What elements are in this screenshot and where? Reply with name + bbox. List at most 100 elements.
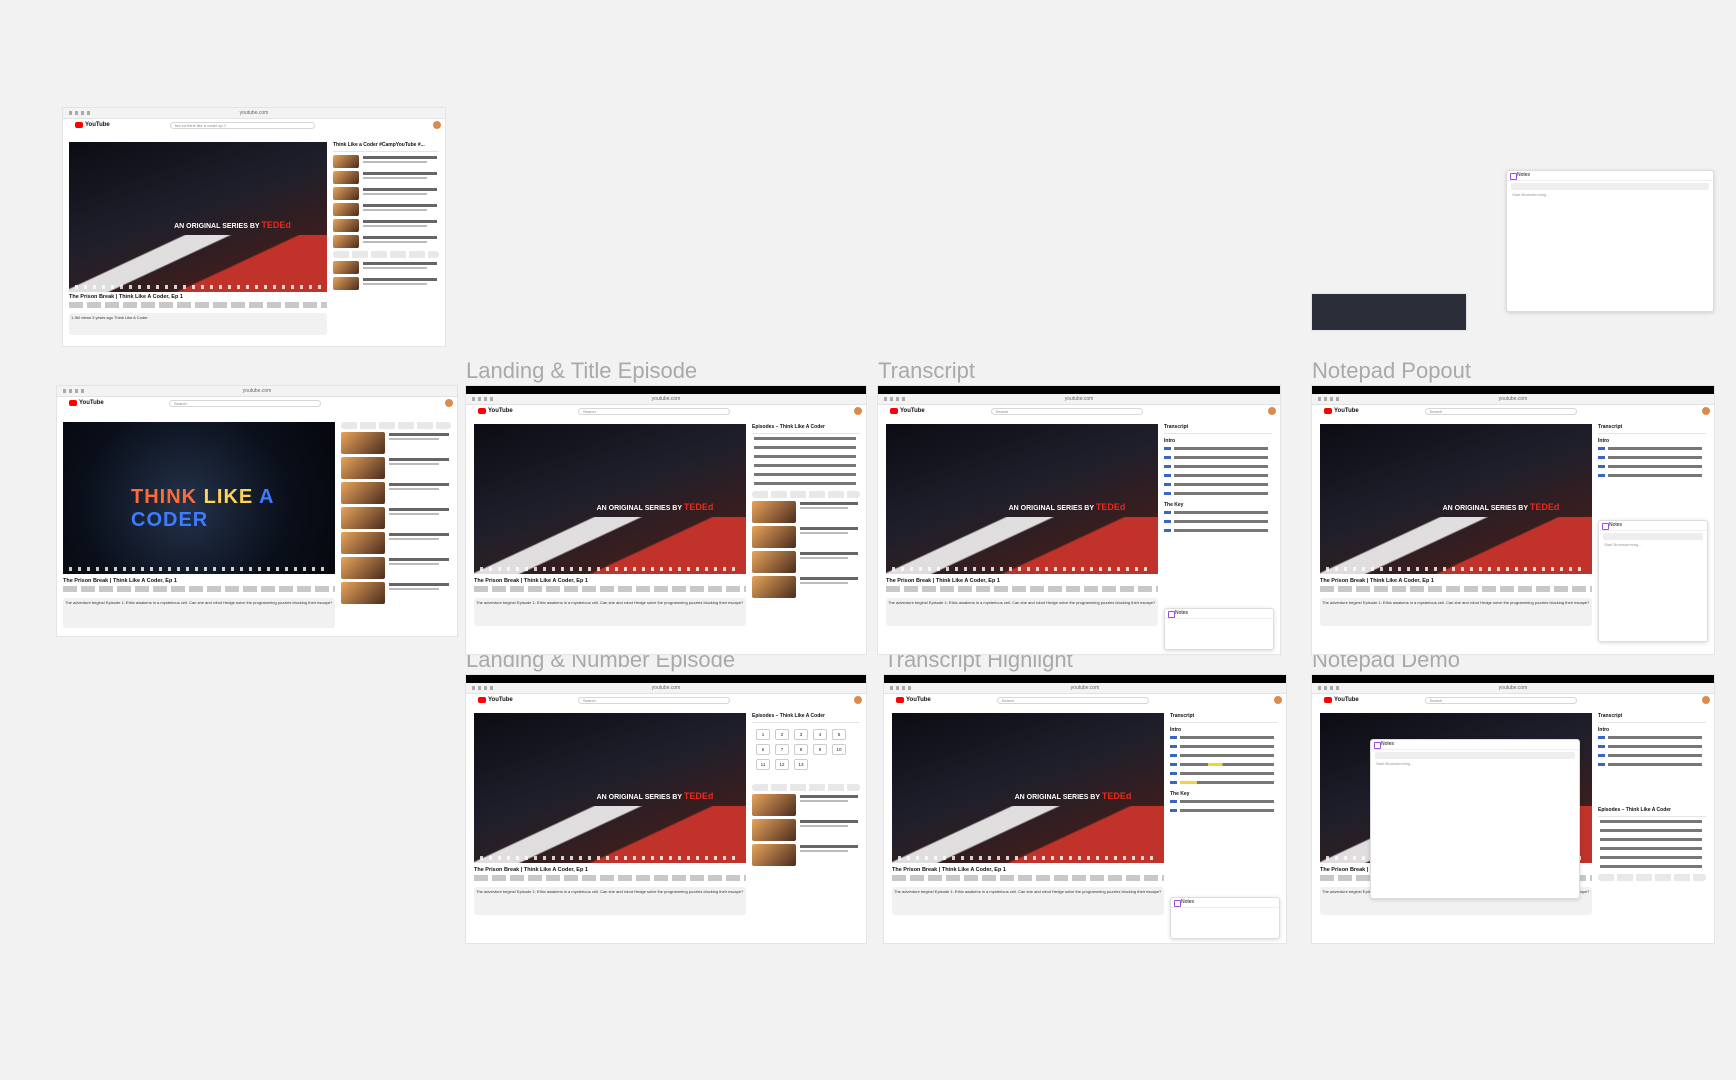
- episode-button[interactable]: 12: [775, 759, 789, 770]
- list-item[interactable]: [341, 432, 451, 454]
- list-item[interactable]: [752, 844, 860, 866]
- transcript-line[interactable]: [1164, 519, 1272, 526]
- episode-button[interactable]: 6: [756, 744, 770, 755]
- search-input[interactable]: ted ed think like a coder ep 1: [169, 122, 316, 129]
- episode-button[interactable]: 13: [794, 759, 808, 770]
- episode-button[interactable]: 7: [775, 744, 789, 755]
- notes-collapsed[interactable]: Notes: [1164, 608, 1274, 650]
- episode-button[interactable]: 1: [756, 729, 770, 740]
- transcript-line-highlighted[interactable]: [1170, 780, 1278, 787]
- notes-popout-preview[interactable]: Notes Start Brainstorming...: [1506, 170, 1714, 312]
- list-item[interactable]: [752, 501, 860, 523]
- transcript-line[interactable]: [1164, 464, 1272, 471]
- youtube-logo-text[interactable]: YouTube: [1334, 697, 1359, 703]
- avatar[interactable]: [854, 407, 862, 415]
- video-description[interactable]: The adventure begins! Episode 1: Ethic a…: [474, 887, 746, 915]
- youtube-logo-icon[interactable]: [69, 400, 77, 406]
- notes-toolbar[interactable]: [1603, 533, 1703, 540]
- youtube-logo-icon[interactable]: [478, 408, 486, 414]
- url-bar[interactable]: youtube.com: [1071, 685, 1100, 691]
- list-item[interactable]: [752, 794, 860, 816]
- video-player[interactable]: AN ORIGINAL SERIES BY TEDEd: [886, 424, 1158, 574]
- url-bar[interactable]: youtube.com: [243, 388, 272, 394]
- url-bar[interactable]: youtube.com: [652, 685, 681, 691]
- youtube-logo-text[interactable]: YouTube: [488, 697, 513, 703]
- video-description[interactable]: The adventure begins! Episode 1: Ethic a…: [892, 887, 1164, 915]
- search-input[interactable]: Search: [996, 697, 1150, 704]
- player-controls[interactable]: [75, 285, 321, 289]
- transcript-line[interactable]: [1598, 446, 1706, 453]
- episode-button[interactable]: 3: [794, 729, 808, 740]
- search-input[interactable]: Search: [990, 408, 1144, 415]
- list-item[interactable]: [333, 203, 439, 216]
- youtube-logo-icon[interactable]: [896, 697, 904, 703]
- transcript-line[interactable]: [1598, 762, 1706, 769]
- youtube-logo-icon[interactable]: [890, 408, 898, 414]
- player-controls[interactable]: [69, 567, 329, 571]
- search-input[interactable]: Search: [1424, 697, 1578, 704]
- url-bar[interactable]: youtube.com: [652, 396, 681, 402]
- notes-toolbar[interactable]: [1375, 752, 1575, 759]
- transcript-line[interactable]: [1598, 455, 1706, 462]
- list-item[interactable]: [333, 171, 439, 184]
- search-input[interactable]: Search: [578, 408, 730, 415]
- video-player[interactable]: AN ORIGINAL SERIES BY TEDEd: [474, 424, 746, 574]
- avatar[interactable]: [1702, 407, 1710, 415]
- avatar[interactable]: [1702, 696, 1710, 704]
- notes-editor[interactable]: Start Brainstorming...: [1371, 761, 1579, 766]
- list-item[interactable]: [341, 457, 451, 479]
- episode-button[interactable]: 8: [794, 744, 808, 755]
- episode-button[interactable]: 10: [832, 744, 846, 755]
- transcript-line-highlighted[interactable]: [1170, 762, 1278, 769]
- notes-panel[interactable]: Notes Start Brainstorming...: [1598, 520, 1708, 642]
- transcript-line[interactable]: [1598, 744, 1706, 751]
- video-player[interactable]: AN ORIGINAL SERIES BY TEDEd: [1320, 424, 1592, 574]
- list-item[interactable]: [752, 551, 860, 573]
- video-description[interactable]: The adventure begins! Episode 1: Ethic a…: [1320, 598, 1592, 626]
- episode-button[interactable]: 4: [813, 729, 827, 740]
- url-bar[interactable]: youtube.com: [1499, 685, 1528, 691]
- transcript-line[interactable]: [1598, 753, 1706, 760]
- transcript-line[interactable]: [1170, 799, 1278, 806]
- list-item[interactable]: [752, 819, 860, 841]
- transcript-line[interactable]: [1598, 464, 1706, 471]
- filter-chips[interactable]: [752, 784, 860, 791]
- avatar[interactable]: [445, 399, 453, 407]
- list-item[interactable]: [341, 532, 451, 554]
- youtube-logo-icon[interactable]: [1324, 697, 1332, 703]
- notes-collapsed[interactable]: Notes: [1170, 897, 1280, 939]
- youtube-logo-text[interactable]: YouTube: [1334, 408, 1359, 414]
- video-description[interactable]: The adventure begins! Episode 1: Ethic a…: [63, 598, 335, 628]
- url-bar[interactable]: youtube.com: [1065, 396, 1094, 402]
- list-item[interactable]: [333, 261, 439, 274]
- transcript-line[interactable]: [1164, 491, 1272, 498]
- transcript-line[interactable]: [1164, 482, 1272, 489]
- avatar[interactable]: [854, 696, 862, 704]
- video-description[interactable]: The adventure begins! Episode 1: Ethic a…: [886, 598, 1158, 626]
- search-input[interactable]: Search: [169, 400, 321, 407]
- episode-button[interactable]: 2: [775, 729, 789, 740]
- youtube-logo-text[interactable]: YouTube: [85, 122, 110, 128]
- transcript-line[interactable]: [1170, 771, 1278, 778]
- transcript-line[interactable]: [1170, 744, 1278, 751]
- notes-editor[interactable]: Start Brainstorming...: [1507, 192, 1713, 197]
- notes-editor[interactable]: Start Brainstorming...: [1599, 542, 1707, 547]
- avatar[interactable]: [1274, 696, 1282, 704]
- youtube-logo-text[interactable]: YouTube: [906, 697, 931, 703]
- transcript-line[interactable]: [1598, 473, 1706, 480]
- notes-floating-window[interactable]: Notes Start Brainstorming...: [1370, 739, 1580, 899]
- video-description[interactable]: 1.3M views 3 years ago Think Like A Code…: [69, 313, 327, 335]
- list-item[interactable]: [333, 155, 439, 168]
- transcript-line[interactable]: [1164, 473, 1272, 480]
- episode-button[interactable]: 11: [756, 759, 770, 770]
- avatar[interactable]: [433, 121, 441, 129]
- transcript-line[interactable]: [1164, 455, 1272, 462]
- transcript-line[interactable]: [1164, 510, 1272, 517]
- list-item[interactable]: [752, 576, 860, 598]
- list-item[interactable]: [341, 582, 451, 604]
- list-item[interactable]: [341, 557, 451, 579]
- url-bar[interactable]: youtube.com: [240, 110, 269, 116]
- transcript-line[interactable]: [1598, 735, 1706, 742]
- list-item[interactable]: [333, 187, 439, 200]
- youtube-logo-icon[interactable]: [1324, 408, 1332, 414]
